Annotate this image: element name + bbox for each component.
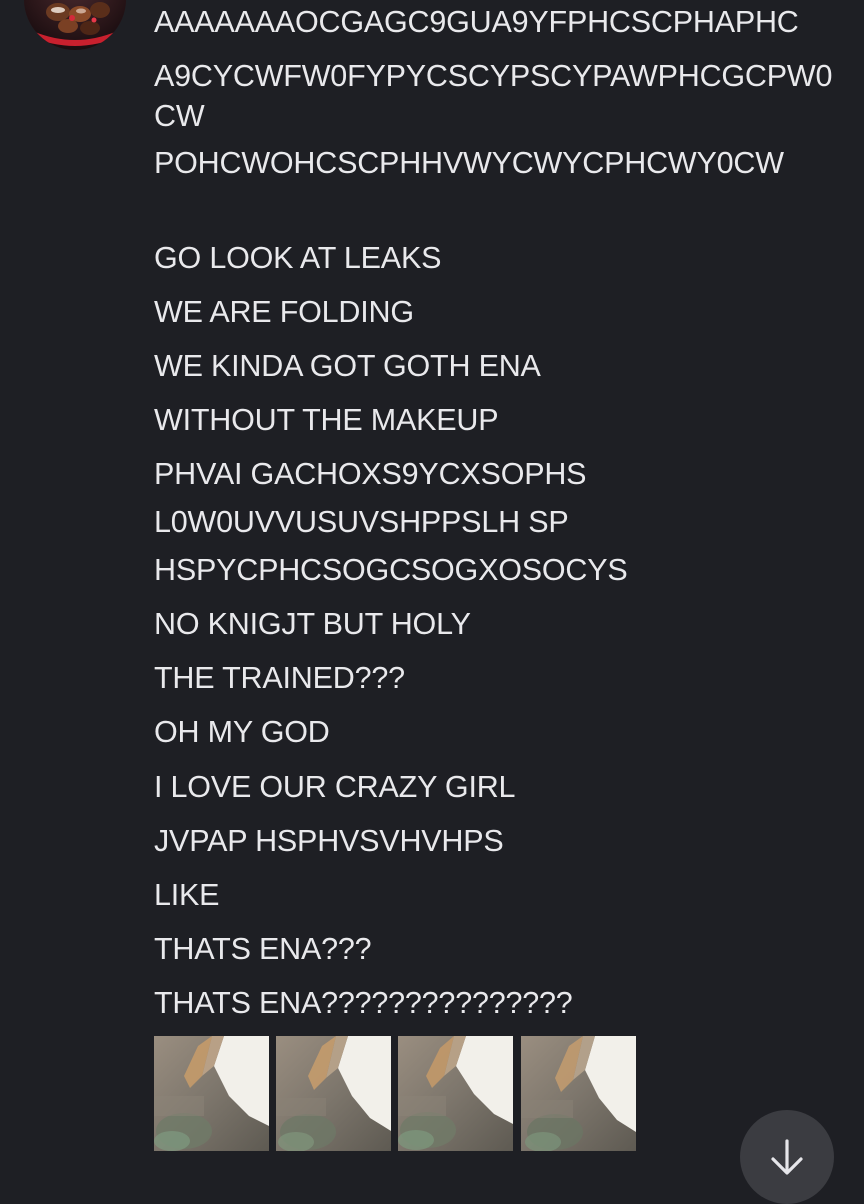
message-line: GO LOOK AT LEAKS	[154, 241, 442, 275]
message-line: WITHOUT THE MAKEUP	[154, 403, 499, 437]
message-line: THATS ENA???	[154, 932, 372, 966]
message-line: WE KINDA GOT GOTH ENA	[154, 349, 541, 383]
attachment-image	[521, 1036, 636, 1151]
attachment-image	[276, 1036, 391, 1151]
attachment-image	[154, 1036, 269, 1151]
message-line: PHVAI GACHOXS9YCXSOPHS	[154, 457, 587, 491]
message-line: OH MY GOD	[154, 715, 330, 749]
message-line: NO KNIGJT BUT HOLY	[154, 607, 471, 641]
message-line: I LOVE OUR CRAZY GIRL	[154, 770, 516, 804]
message-line: AAAAAAAOCGAGC9GUA9YFPHCSCPHAPHC	[154, 5, 799, 39]
attachment-image	[398, 1036, 513, 1151]
message-line: L0W0UVVUSUVSHPPSLH SP	[154, 505, 569, 539]
message-line: LIKE	[154, 878, 220, 912]
message-line: JVPAP HSPHVSVHVHPS	[154, 824, 504, 858]
message-line: THE TRAINED???	[154, 661, 405, 695]
attachment-thumbnail[interactable]	[276, 1036, 391, 1151]
message-line: WE ARE FOLDING	[154, 295, 414, 329]
arrow-down-icon	[771, 1139, 803, 1175]
attachment-thumbnail[interactable]	[154, 1036, 269, 1151]
message-line: POHCWOHCSCPHHVWYCWYCPHCWY0CW	[154, 146, 784, 180]
scroll-to-bottom-button[interactable]	[740, 1110, 834, 1204]
avatar[interactable]	[24, 0, 126, 50]
message-line: HSPYCPHCSOGCSOGXOSOCYS	[154, 553, 628, 587]
attachment-gallery	[154, 1036, 636, 1151]
attachment-thumbnail[interactable]	[521, 1036, 636, 1151]
message-line: A9CYCWFW0FYPYCSCYPSCYPAWPHCGCPW0	[154, 59, 833, 93]
avatar-image	[24, 0, 126, 50]
message-line: THATS ENA???????????????	[154, 986, 573, 1020]
message-line: CW	[154, 99, 205, 133]
attachment-thumbnail[interactable]	[398, 1036, 513, 1151]
